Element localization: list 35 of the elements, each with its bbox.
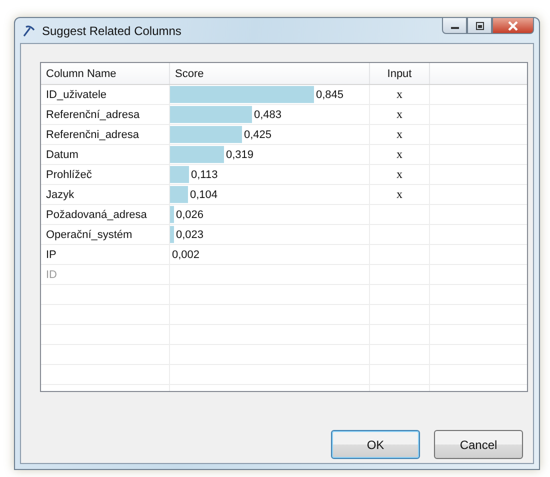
column-header[interactable]: Column Name	[41, 63, 170, 84]
score-value: 0,319	[225, 148, 254, 160]
table-cell: ID	[41, 265, 170, 284]
score-value: 0,104	[189, 188, 218, 200]
score-value: 0,023	[175, 228, 204, 240]
maximize-button[interactable]	[467, 17, 492, 34]
score-value: 0,026	[175, 208, 204, 220]
minimize-button[interactable]	[442, 17, 467, 34]
score-bar	[170, 146, 224, 163]
input-mark: x	[396, 107, 402, 122]
input-mark: x	[396, 147, 402, 162]
window-title: Suggest Related Columns	[42, 24, 182, 38]
score-value: 0,425	[243, 128, 272, 140]
score-bar	[170, 126, 242, 143]
input-mark: x	[396, 187, 402, 202]
input-mark: x	[396, 87, 402, 102]
close-icon	[507, 20, 519, 30]
score-value: 0,113	[190, 168, 218, 180]
input-mark: x	[396, 127, 402, 142]
score-bar	[170, 186, 188, 203]
score-value: 0,002	[171, 248, 200, 260]
maximize-icon	[474, 22, 484, 30]
input-mark: x	[396, 167, 402, 182]
column-header[interactable]: Score	[170, 63, 370, 84]
cancel-button[interactable]: Cancel	[434, 430, 523, 459]
ok-button[interactable]: OK	[331, 430, 420, 459]
table-cell: IP	[41, 245, 170, 264]
column-header[interactable]: Input	[370, 63, 430, 84]
close-button[interactable]	[492, 17, 534, 34]
score-bar	[170, 166, 189, 183]
score-bar	[170, 206, 174, 223]
pickaxe-icon	[22, 24, 36, 38]
score-value: 0,483	[253, 108, 282, 120]
score-value: 0,845	[315, 88, 344, 100]
score-bar	[170, 226, 174, 243]
